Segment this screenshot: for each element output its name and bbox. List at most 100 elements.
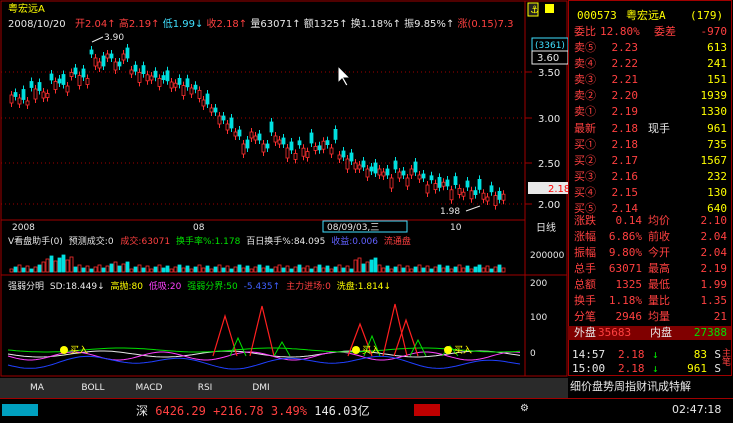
stat-label-2: 前收 xyxy=(648,230,670,243)
buy-level[interactable]: 买③ 2.16 232 xyxy=(568,170,731,183)
volume-bar xyxy=(297,264,302,273)
period-tab-daily[interactable]: 日线 xyxy=(536,221,556,234)
volume-bar xyxy=(501,267,506,273)
buy-level[interactable]: 买① 2.18 735 xyxy=(568,138,731,151)
stat-value: 63071 xyxy=(608,262,642,275)
candle-body xyxy=(169,81,174,89)
function-tabs[interactable]: 细价盘势周指财讯成特解 xyxy=(570,380,733,393)
candle-body xyxy=(481,192,486,200)
candle-body xyxy=(405,177,410,187)
volume-bar xyxy=(97,264,102,273)
sell-level[interactable]: 卖② 2.20 1939 xyxy=(568,89,731,102)
stat-label-2: 最高 xyxy=(648,262,670,275)
order-diff-value: -970 xyxy=(700,25,728,38)
stat-row: 总额 1325 最低 1.99 xyxy=(568,278,731,291)
sell-level[interactable]: 卖⑤ 2.23 613 xyxy=(568,41,731,54)
candle-body xyxy=(29,81,34,88)
volume-bar xyxy=(457,264,462,273)
price-tick-label: 3.00 xyxy=(538,114,560,125)
volume-bar xyxy=(473,266,478,273)
buy-level[interactable]: 买④ 2.15 130 xyxy=(568,186,731,199)
last-label: 最新 xyxy=(574,122,596,135)
volume-bar xyxy=(25,265,30,273)
volume-bar xyxy=(489,268,494,273)
candle-body xyxy=(321,140,326,150)
tab-ma[interactable]: MA xyxy=(12,380,62,396)
volume-bar xyxy=(413,266,418,273)
candle-body xyxy=(37,82,42,91)
sell-level-volume: 1330 xyxy=(700,105,728,118)
candle-body xyxy=(177,78,182,85)
candle-body xyxy=(241,143,246,155)
wash-spike xyxy=(273,340,291,357)
sell-level-volume: 241 xyxy=(707,57,727,70)
candle-body xyxy=(429,175,434,181)
candle-body xyxy=(165,70,170,82)
time-cursor-label: 08/09/03,三 xyxy=(327,223,379,233)
stat-value-2: 2.10 xyxy=(700,214,728,227)
sell-level[interactable]: 卖① 2.19 1330 xyxy=(568,105,731,118)
volume-bar xyxy=(121,263,126,273)
side-tabs[interactable]: 主笔 xyxy=(716,348,730,366)
function-tabs-text[interactable]: 细价盘势周指财讯成特解 xyxy=(570,380,691,393)
volume-bar xyxy=(325,265,330,273)
sell-level[interactable]: 卖③ 2.21 151 xyxy=(568,73,731,86)
stat-label: 涨跌 xyxy=(574,214,596,227)
volume-bar xyxy=(21,267,26,273)
indicator-tab-bar: MA BOLL MACD RSI DMI xyxy=(0,378,568,398)
volume-bar xyxy=(321,267,326,273)
volume-bar xyxy=(13,266,18,273)
kline-chart-pane[interactable]: 粤宏远A 2008/10/20 开2.04↑ 高2.19↑ 低1.99↓ 收2.… xyxy=(0,0,568,377)
candle-body xyxy=(49,73,54,81)
volume-bar xyxy=(433,266,438,273)
last-price: 2.18 xyxy=(611,122,639,135)
volume-bar xyxy=(317,264,322,273)
volume-bar xyxy=(33,266,38,273)
header-date: 2008/10/20 xyxy=(8,19,66,30)
candle-body xyxy=(277,139,282,145)
indicator-lines xyxy=(7,303,521,370)
volume-bar xyxy=(117,265,122,273)
volume-bar xyxy=(377,264,382,273)
volume-bar xyxy=(209,268,214,273)
candle-body xyxy=(425,184,430,194)
buy-level[interactable]: 买② 2.17 1567 xyxy=(568,154,731,167)
candle-body xyxy=(153,70,158,78)
candle-body xyxy=(97,61,102,69)
volume-bar xyxy=(273,266,278,273)
tab-dmi[interactable]: DMI xyxy=(236,380,286,396)
price-tick-label: 2.50 xyxy=(538,159,560,170)
tab-boll[interactable]: BOLL xyxy=(68,380,118,396)
mouse-cursor-icon xyxy=(337,64,352,87)
stat-value: 9.80% xyxy=(608,246,642,259)
volume-bar xyxy=(165,265,170,273)
tick-row: 15:00 2.18 ↓ 961 S xyxy=(568,362,731,375)
sell-level[interactable]: 卖④ 2.22 241 xyxy=(568,57,731,70)
volume-bar xyxy=(253,266,258,273)
settings-icon[interactable]: ⚙ xyxy=(520,403,529,414)
candle-body xyxy=(149,75,154,81)
sell-level-label: 卖① xyxy=(574,105,596,118)
volume-bar xyxy=(213,266,218,273)
volume-bar xyxy=(29,268,34,273)
candle-body xyxy=(365,168,370,178)
candle-body xyxy=(137,72,142,83)
quote-title-row: 000573 粤宏远A (179) xyxy=(568,9,731,22)
volume-bar xyxy=(137,264,142,273)
candle-body xyxy=(501,193,506,201)
volume-bar xyxy=(389,268,394,273)
candle-body xyxy=(53,81,58,90)
volume-bar xyxy=(289,268,294,273)
current-hand-value: 961 xyxy=(707,122,727,135)
candle-body xyxy=(417,174,422,180)
window-icon[interactable] xyxy=(545,4,554,13)
volume-bar xyxy=(417,264,422,273)
candle-body xyxy=(469,190,474,200)
stat-row: 总手 63071 最高 2.19 xyxy=(568,262,731,275)
tab-rsi[interactable]: RSI xyxy=(180,380,230,396)
stat-value-2: 2.04 xyxy=(700,230,728,243)
last-price-row: 最新 2.18 现手 961 xyxy=(568,122,731,135)
volume-bar xyxy=(381,267,386,273)
tab-macd[interactable]: MACD xyxy=(124,380,174,396)
volume-bar xyxy=(497,264,502,273)
